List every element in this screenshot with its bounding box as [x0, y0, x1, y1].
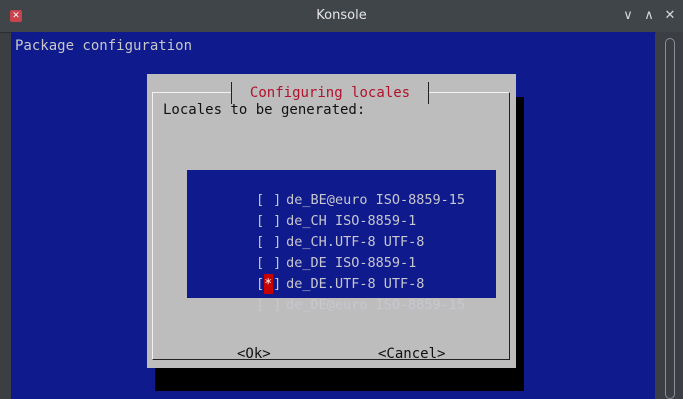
list-item[interactable]: [ ] de_DE@euro ISO-8859-15: [191, 275, 465, 313]
dialog-prompt: Locales to be generated:: [163, 102, 366, 118]
scrollbar-thumb[interactable]: [665, 38, 675, 399]
check-mark: [264, 295, 273, 315]
ok-button[interactable]: <Ok>: [237, 345, 271, 363]
cancel-button[interactable]: <Cancel>: [378, 345, 445, 363]
list-item[interactable]: [ ] de_CH ISO-8859-1: [191, 191, 416, 229]
window-title: Konsole: [316, 8, 367, 23]
minimize-icon[interactable]: ∨: [620, 8, 636, 24]
list-item[interactable]: [*] de_DE.UTF-8 UTF-8: [191, 254, 424, 294]
locale-label: de_DE@euro ISO-8859-15: [286, 297, 465, 313]
list-item[interactable]: [ ] de_DE ISO-8859-1: [191, 233, 416, 271]
locale-checkbox[interactable]: [ ]: [256, 295, 281, 315]
window-titlebar: ✕ Konsole ∨ ∧ ✕: [0, 0, 683, 33]
list-item[interactable]: [ ] de_CH.UTF-8 UTF-8: [191, 212, 424, 250]
close-icon[interactable]: ✕: [662, 8, 678, 24]
locales-dialog: Configuring locales Locales to be genera…: [147, 74, 516, 368]
terminal-screen[interactable]: Package configuration Configuring locale…: [11, 32, 655, 399]
list-item[interactable]: [ ] de_BE@euro ISO-8859-15: [191, 170, 465, 208]
package-configuration-title: Package configuration: [15, 38, 193, 54]
maximize-icon[interactable]: ∧: [641, 8, 657, 24]
locale-list[interactable]: [ ] de_BE@euro ISO-8859-15 [ ] de_CH ISO…: [187, 170, 496, 313]
